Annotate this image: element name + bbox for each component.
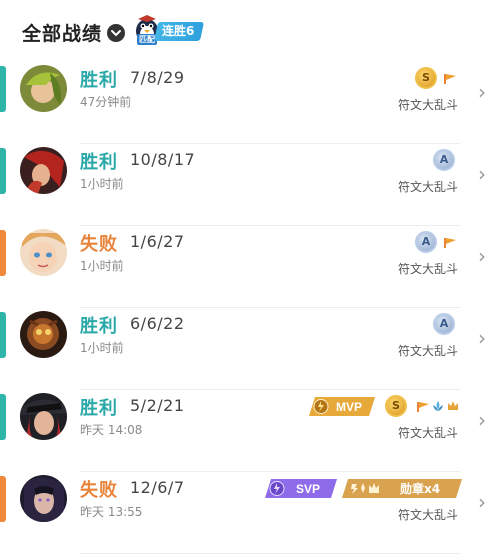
chevron-right-icon[interactable]: ›: [478, 408, 486, 432]
game-mode: 符文大乱斗: [397, 508, 458, 522]
chevron-right-icon[interactable]: ›: [478, 162, 486, 186]
match-row[interactable]: 失败 12/6/7 昨天 13:55 SVP 勋章x4 符文大乱斗 ›: [0, 472, 500, 554]
match-result: 胜利: [80, 70, 118, 91]
match-result: 胜利: [80, 398, 118, 419]
chevron-right-icon[interactable]: ›: [478, 80, 486, 104]
chevron-right-icon[interactable]: ›: [478, 490, 486, 514]
svg-text:MVP: MVP: [336, 400, 362, 414]
lotus-icon: [433, 401, 443, 411]
rank-a-icon: A: [433, 149, 455, 171]
game-mode: 符文大乱斗: [397, 344, 458, 358]
match-result: 胜利: [80, 152, 118, 173]
match-result: 胜利: [80, 316, 118, 337]
match-kda: 6/6/22: [130, 314, 185, 333]
match-row[interactable]: 失败 1/6/27 1小时前 A 符文大乱斗 ›: [0, 226, 500, 308]
match-kda: 10/8/17: [130, 150, 196, 169]
match-row[interactable]: 胜利 7/8/29 47分钟前 S 符文大乱斗 ›: [0, 62, 500, 144]
match-row[interactable]: 胜利 5/2/21 昨天 14:08 MVP S 符文大乱斗 ›: [0, 390, 500, 472]
champion-avatar: [20, 147, 67, 194]
match-time: 1小时前: [80, 341, 124, 355]
rank-a-icon: A: [433, 313, 455, 335]
svg-text:勋章x4: 勋章x4: [399, 481, 440, 496]
result-accent-bar: [0, 476, 6, 522]
game-mode: 符文大乱斗: [397, 180, 458, 194]
chevron-right-icon[interactable]: ›: [478, 244, 486, 268]
match-time: 昨天 13:55: [80, 505, 143, 519]
svg-text:SVP: SVP: [296, 482, 320, 496]
divider: [80, 553, 460, 554]
flag-icon: [444, 238, 456, 248]
streak-label: 连胜6: [153, 22, 205, 41]
match-time: 1小时前: [80, 259, 124, 273]
match-time: 昨天 14:08: [80, 423, 143, 437]
game-mode: 符文大乱斗: [397, 98, 458, 112]
match-row[interactable]: 胜利 10/8/17 1小时前 A 符文大乱斗 ›: [0, 144, 500, 226]
flag-icon: [444, 74, 456, 84]
chevron-down-icon[interactable]: [107, 24, 125, 42]
match-kda: 12/6/7: [130, 478, 185, 497]
mvp-badge: MVP: [309, 397, 375, 416]
match-time: 47分钟前: [80, 95, 132, 109]
medal-count-badge: 勋章x4: [342, 479, 462, 498]
match-time: 1小时前: [80, 177, 124, 191]
svp-badge: SVP: [265, 479, 337, 498]
result-accent-bar: [0, 148, 6, 194]
match-kda: 1/6/27: [130, 232, 185, 251]
match-kda: 5/2/21: [130, 396, 185, 415]
rank-s-icon: S: [385, 395, 407, 417]
match-kda: 7/8/29: [130, 68, 185, 87]
result-accent-bar: [0, 394, 6, 440]
champion-avatar: [20, 229, 67, 276]
page-title[interactable]: 全部战绩: [22, 19, 102, 46]
rank-s-icon: S: [415, 67, 437, 89]
game-mode: 符文大乱斗: [397, 262, 458, 276]
match-list: 胜利 7/8/29 47分钟前 S 符文大乱斗 › 胜利 10/8/17 1小时…: [0, 62, 500, 554]
flag-icon: [417, 402, 429, 412]
result-accent-bar: [0, 230, 6, 276]
champion-avatar: [20, 393, 67, 440]
match-result: 失败: [80, 234, 118, 255]
chevron-right-icon[interactable]: ›: [478, 326, 486, 350]
win-streak-badge: 匹配 连胜6: [132, 13, 218, 46]
header: 全部战绩 匹配 连胜6: [0, 0, 500, 62]
champion-avatar: [20, 475, 67, 522]
game-mode: 符文大乱斗: [397, 426, 458, 440]
result-accent-bar: [0, 312, 6, 358]
match-result: 失败: [80, 480, 118, 501]
result-accent-bar: [0, 66, 6, 112]
match-row[interactable]: 胜利 6/6/22 1小时前 A 符文大乱斗 ›: [0, 308, 500, 390]
rank-a-icon: A: [415, 231, 437, 253]
crown-icon: [448, 401, 458, 410]
champion-avatar: [20, 311, 67, 358]
champion-avatar: [20, 65, 67, 112]
